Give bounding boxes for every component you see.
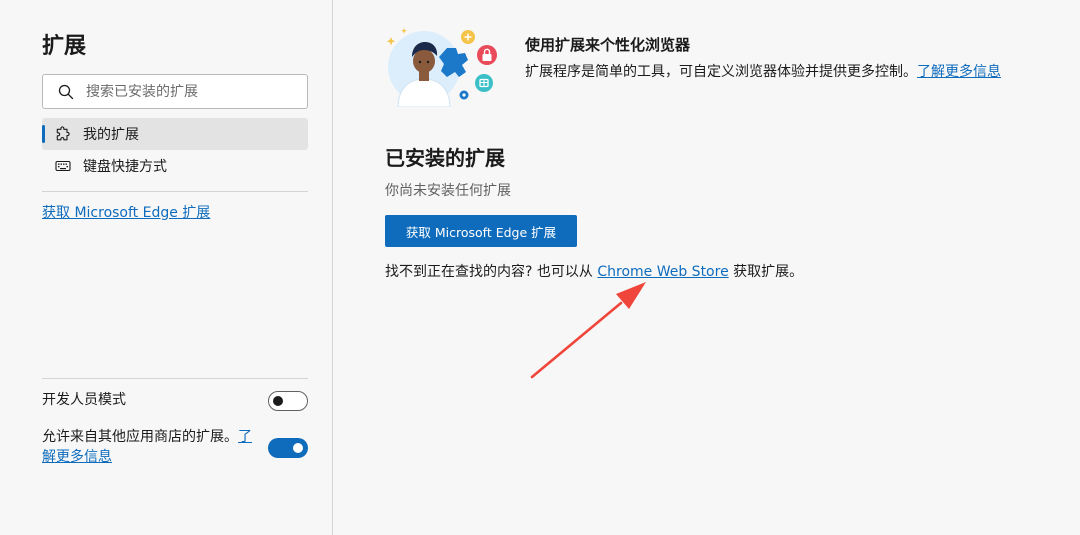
get-edge-extensions-button[interactable]: 获取 Microsoft Edge 扩展 — [385, 215, 577, 247]
chrome-store-hint: 找不到正在查找的内容? 也可以从 Chrome Web Store 获取扩展。 — [385, 261, 803, 281]
learn-more-link[interactable]: 了解更多信息 — [917, 64, 1001, 80]
hint-prefix: 找不到正在查找的内容? 也可以从 — [385, 264, 598, 280]
developer-mode-label: 开发人员模式 — [42, 392, 126, 408]
page-title: 扩展 — [42, 34, 87, 59]
installed-extensions-title: 已安装的扩展 — [385, 146, 505, 170]
developer-mode-toggle[interactable] — [268, 391, 308, 411]
search-input[interactable] — [86, 83, 286, 100]
sidebar-item-label: 我的扩展 — [83, 127, 139, 143]
sidebar-item-my-extensions[interactable]: 我的扩展 — [42, 118, 308, 150]
keyboard-icon — [55, 160, 71, 172]
sidebar: 扩展 我的扩展 键盘快捷方式 获取 Microsoft Edge 扩展 — [0, 0, 333, 535]
sidebar-item-keyboard-shortcuts[interactable]: 键盘快捷方式 — [42, 150, 308, 182]
allow-other-stores-label: 允许来自其他应用商店的扩展。 — [42, 429, 238, 445]
developer-mode-row: 开发人员模式 — [42, 390, 308, 412]
hint-suffix: 获取扩展。 — [728, 264, 804, 280]
empty-state-text: 你尚未安装任何扩展 — [385, 183, 511, 199]
active-indicator — [42, 125, 45, 143]
hero-description-text: 扩展程序是简单的工具，可自定义浏览器体验并提供更多控制。 — [525, 64, 917, 80]
learn-more-link-continued[interactable]: 解更多信息 — [42, 449, 112, 465]
toggle-knob — [293, 443, 303, 453]
allow-other-stores-toggle[interactable] — [268, 438, 308, 458]
chrome-web-store-link[interactable]: Chrome Web Store — [597, 264, 728, 280]
toggle-knob — [273, 396, 283, 406]
get-edge-extensions-link[interactable]: 获取 Microsoft Edge 扩展 — [42, 202, 210, 222]
allow-other-stores-row: 允许来自其他应用商店的扩展。了解更多信息 — [42, 427, 308, 467]
puzzle-icon — [56, 126, 70, 141]
learn-more-link[interactable]: 了 — [238, 429, 252, 445]
hero-description: 扩展程序是简单的工具，可自定义浏览器体验并提供更多控制。了解更多信息 — [525, 61, 1001, 81]
hero-illustration — [386, 28, 497, 107]
hero-title: 使用扩展来个性化浏览器 — [525, 36, 691, 54]
sidebar-item-label: 键盘快捷方式 — [83, 159, 167, 175]
search-icon — [58, 84, 74, 99]
divider — [42, 191, 308, 192]
search-box[interactable] — [42, 74, 308, 109]
divider — [42, 378, 308, 379]
main-content: 使用扩展来个性化浏览器 扩展程序是简单的工具，可自定义浏览器体验并提供更多控制。… — [334, 0, 1080, 535]
